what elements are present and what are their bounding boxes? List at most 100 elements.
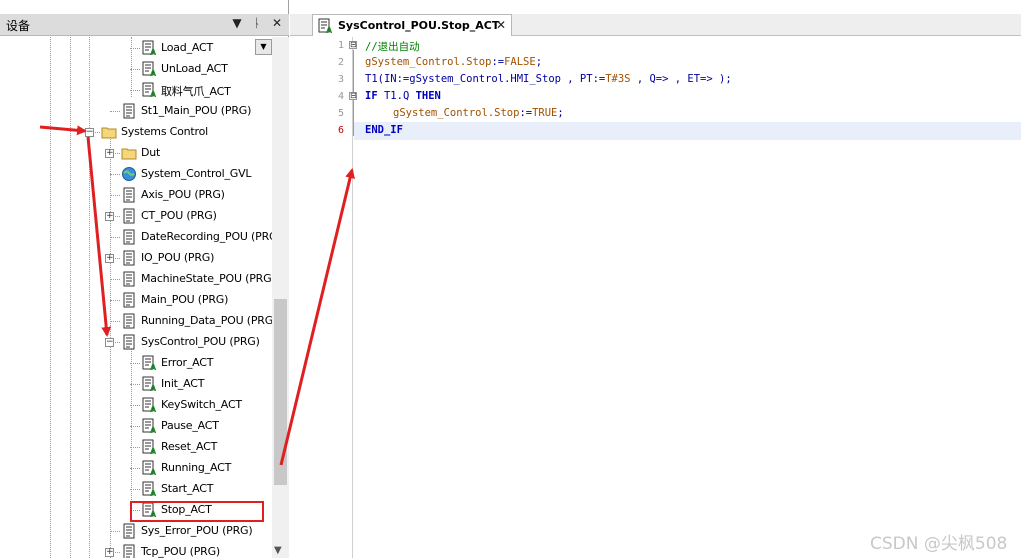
tree-item[interactable]: A UnLoad_ACT (0, 59, 272, 80)
code-editor: A SysControl_POU.Stop_ACT ✕ 1 2 3 4 5 6 … (290, 0, 1021, 558)
tree-item[interactable]: System_Control_GVL (0, 164, 272, 185)
code-line-1[interactable]: //退出自动 (365, 39, 420, 54)
time-literal: T#3S (605, 73, 631, 85)
line-number: 4 (337, 91, 344, 102)
tree-item[interactable]: + Tcp_POU (PRG) (0, 542, 272, 558)
expand-icon[interactable]: + (105, 548, 114, 557)
tree-item-label: Main_POU (PRG) (141, 293, 229, 306)
action-icon: A (142, 355, 157, 371)
tree-item[interactable]: St1_Main_POU (PRG) (0, 101, 272, 122)
tree-connector (130, 69, 140, 70)
keyword: IF (365, 90, 378, 102)
svg-text:A: A (150, 447, 157, 455)
tree-connector (130, 468, 140, 469)
line-number: 1 (337, 40, 344, 51)
tree-connector (110, 300, 120, 301)
tab-label: SysControl_POU.Stop_ACT (338, 19, 500, 32)
code-line-4[interactable]: IF T1.Q THEN (365, 90, 441, 102)
tree-scrollbar[interactable]: ▼ (272, 37, 289, 558)
tree-connector (110, 321, 120, 322)
line-number-gutter: 1 2 3 4 5 6 (290, 37, 353, 558)
watermark: CSDN @尖枫508 (870, 534, 1008, 554)
tree-item[interactable]: Running_Data_POU (PRG) (0, 311, 272, 332)
tree-item[interactable]: MachineState_POU (PRG) (0, 269, 272, 290)
tree-item-label: System_Control_GVL (141, 167, 252, 180)
tree-item[interactable]: DateRecording_POU (PRG) (0, 227, 272, 248)
tree-item-label: MachineState_POU (PRG) (141, 272, 272, 285)
literal: FALSE (504, 56, 536, 68)
tree-item[interactable]: + IO_POU (PRG) (0, 248, 272, 269)
tree-item[interactable]: − Systems Control (0, 122, 272, 143)
tree-item-label: 取料气爪_ACT (161, 85, 231, 98)
tree-item[interactable]: A Init_ACT (0, 374, 272, 395)
svg-text:A: A (150, 363, 157, 371)
svg-text:A: A (150, 489, 157, 497)
scroll-down-arrow-icon[interactable]: ▼ (274, 545, 282, 556)
line-number: 3 (337, 74, 344, 85)
tree-item[interactable]: Sys_Error_POU (PRG) (0, 521, 272, 542)
tree-item[interactable]: + CT_POU (PRG) (0, 206, 272, 227)
tree-item[interactable]: + Dut (0, 143, 272, 164)
semicolon: ; (535, 56, 543, 68)
tree-item[interactable]: Axis_POU (PRG) (0, 185, 272, 206)
action-icon: A (142, 61, 157, 77)
tree-item[interactable]: A Pause_ACT (0, 416, 272, 437)
tree-connector (130, 426, 140, 427)
tree-connector (110, 531, 120, 532)
tree-item[interactable]: A Error_ACT (0, 353, 272, 374)
code-line-3[interactable]: T1(IN:=gSystem_Control.HMI_Stop , PT:=T#… (365, 73, 732, 85)
tree-item[interactable]: A Running_ACT (0, 458, 272, 479)
variable: gSystem_Control.Stop (365, 56, 492, 68)
timer-call-rest: , Q=> , ET=> ); (630, 73, 732, 85)
pou-icon (123, 103, 135, 119)
action-icon: A (142, 82, 157, 98)
tree-item[interactable]: Main_POU (PRG) (0, 290, 272, 311)
tree-item-label: Sys_Error_POU (PRG) (141, 524, 253, 537)
pin-button[interactable]: ᚿ (250, 16, 264, 30)
tree-item[interactable]: A 取料气爪_ACT (0, 80, 272, 101)
line-number: 2 (337, 57, 344, 68)
scrollbar-thumb[interactable] (274, 299, 287, 485)
expand-icon[interactable]: + (105, 254, 114, 263)
devices-panel: 设备 ▼ ᚿ ✕ A Load_ACT A UnLoad_ACT A 取料气爪_ACT St… (0, 0, 289, 558)
tree-item-label: Running_Data_POU (PRG) (141, 314, 272, 327)
pou-icon (123, 544, 135, 558)
folder-icon (101, 127, 117, 139)
close-panel-button[interactable]: ✕ (270, 16, 284, 30)
action-icon: A (142, 481, 157, 497)
expand-icon[interactable]: + (105, 212, 114, 221)
tree-connector (130, 489, 140, 490)
tree-item-label: Axis_POU (PRG) (141, 188, 225, 201)
tree-item[interactable]: A Reset_ACT (0, 437, 272, 458)
collapse-icon[interactable]: − (105, 338, 114, 347)
tree-item[interactable]: A Start_ACT (0, 479, 272, 500)
fold-toggle-icon[interactable]: ⊟ (349, 92, 357, 100)
collapse-icon[interactable]: − (85, 128, 94, 137)
tab-stop-act[interactable]: A SysControl_POU.Stop_ACT ✕ (312, 14, 512, 36)
line-number: 6 (337, 125, 344, 136)
expand-icon[interactable]: + (105, 149, 114, 158)
tree-connector (130, 384, 140, 385)
tree-dropdown-button[interactable]: ▼ (255, 39, 272, 55)
pou-icon (123, 292, 135, 308)
pou-icon (123, 208, 135, 224)
keyword: THEN (415, 90, 441, 102)
tab-close-icon[interactable]: ✕ (496, 18, 506, 32)
code-line-5[interactable]: gSystem_Control.Stop:=TRUE; (393, 107, 564, 119)
tree-connector (130, 405, 140, 406)
panel-menu-button[interactable]: ▼ (230, 16, 244, 30)
code-line-6[interactable]: END_IF (365, 124, 403, 136)
tree-item[interactable]: A KeySwitch_ACT (0, 395, 272, 416)
pou-icon (123, 187, 135, 203)
tree-item[interactable]: A Load_ACT (0, 38, 272, 59)
tree-item[interactable]: − SysControl_POU (PRG) (0, 332, 272, 353)
literal: TRUE (532, 107, 558, 119)
tree-item-label: Systems Control (121, 125, 209, 138)
tree-item-label: Pause_ACT (161, 419, 219, 432)
code-line-2[interactable]: gSystem_Control.Stop:=FALSE; (365, 56, 542, 68)
svg-text:A: A (150, 48, 157, 56)
tree-item-label: Error_ACT (161, 356, 214, 369)
timer-call: T1(IN:=gSystem_Control.HMI_Stop , PT:= (365, 73, 606, 85)
fold-toggle-icon[interactable]: ⊟ (349, 41, 357, 49)
tree-item-label: DateRecording_POU (PRG) (141, 230, 272, 243)
